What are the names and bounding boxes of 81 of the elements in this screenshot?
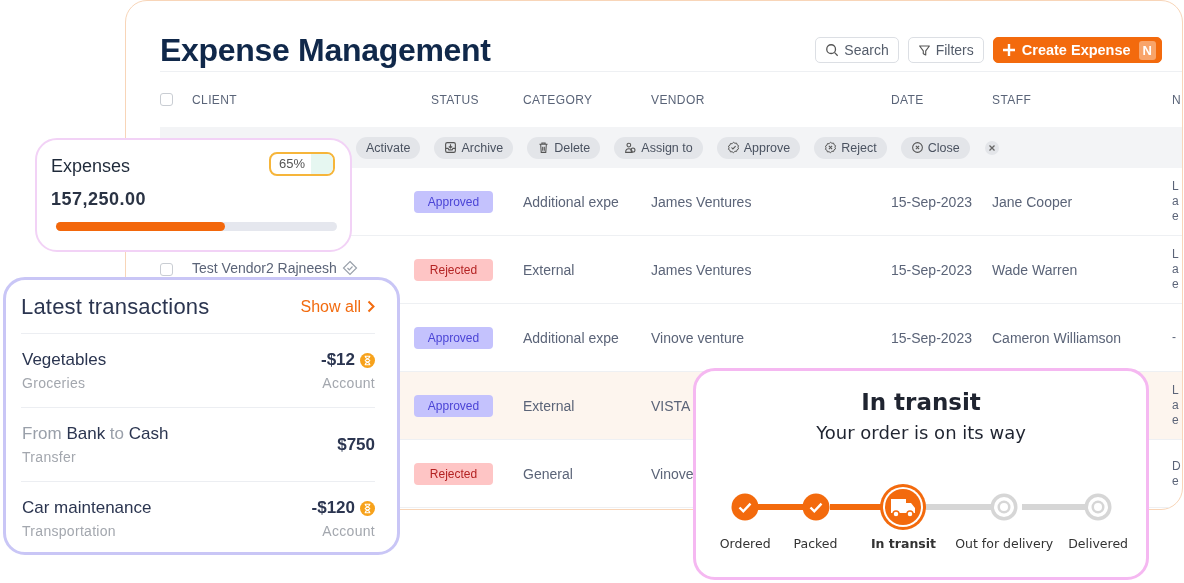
transaction-category: Transportation [22,523,117,539]
amount-text: 157,250.00 [51,189,148,210]
truncated-cell-text: L a e [1172,179,1180,224]
vendor-name: James Ventures [651,193,752,210]
transaction-title: Car maintenance [22,498,152,518]
status-badge: Approved [414,190,493,213]
card-title: In transit [860,389,982,415]
truncated-cell-text: D e [1172,458,1182,489]
column-header: CLIENT [192,92,238,107]
bulk-action-chip[interactable]: Archive [434,136,514,159]
card-title: Latest transactions [21,293,210,320]
search-button[interactable]: Search [815,37,899,63]
filter-icon [917,43,931,57]
status-badge: Approved [414,326,493,349]
archive-box-icon [444,141,458,154]
people-icon [624,141,638,154]
date-text: 15-Sep-2023 [891,329,972,346]
percent-text: 65% [279,156,306,171]
transaction-category: Groceries [22,375,87,391]
column-header: STATUS [431,92,479,107]
bulk-action-chip[interactable]: Delete [527,136,601,159]
staff-name: Jane Cooper [992,193,1073,210]
card-subtitle: Your order is on its way [815,422,1027,443]
chevron-right-icon [367,300,375,313]
category-name: External [523,397,575,414]
status-badge: Approved [414,394,493,417]
client-name: Test Vendor2 Rajneesh [192,260,337,275]
category-name: Additional expe [523,329,619,346]
vendor-name: James Ventures [651,261,752,278]
diamond-check-icon [341,259,358,276]
date-text: 15-Sep-2023 [891,193,972,210]
shortcut-key: N [1138,40,1156,60]
card-title: Expenses [51,156,131,177]
trash-icon [537,141,551,154]
bulk-action-chip[interactable]: Assign to [614,136,703,159]
select-all-checkbox[interactable] [160,93,173,106]
vendor-name: VISTA [651,397,691,414]
transaction-category: Transfer [22,449,77,465]
step-label: In transit [870,536,936,551]
truncated-cell-text: - [1172,330,1177,345]
column-header: N [1172,92,1182,107]
transaction-amount: $750 [337,434,375,455]
column-header: VENDOR [651,92,705,107]
column-header: CATEGORY [523,92,593,107]
status-badge: Rejected [414,258,493,281]
step-label: Delivered [1068,536,1129,551]
step-label: Out for delivery [955,536,1054,551]
category-name: External [523,261,575,278]
search-icon [825,43,840,57]
filters-button[interactable]: Filters [907,37,984,63]
bulk-action-chip[interactable]: Activate [356,136,421,159]
plus-icon [1000,42,1017,58]
account-label: Account [322,523,375,539]
bulk-action-chip[interactable]: Close [900,136,970,159]
date-text: 15-Sep-2023 [891,261,972,278]
transaction-amount: -$120 [311,498,355,518]
staff-name: Cameron Williamson [992,329,1122,346]
bulk-action-chip[interactable]: Reject [814,136,887,159]
column-header: STAFF [992,92,1032,107]
vendor-name: Vinove [651,465,694,482]
transaction-title: Vegetables [22,350,107,370]
transaction-amount: -$12 [320,350,355,370]
truncated-cell-text: L a e [1172,247,1180,292]
badge-x-icon [824,141,838,154]
category-name: General [523,465,573,482]
badge-check-icon [726,141,740,154]
row-checkbox[interactable] [160,263,173,276]
step-label: Ordered [719,536,771,551]
close-icon[interactable] [983,139,1000,156]
page-title: Expense Management [160,30,491,69]
account-label: Account [322,375,375,391]
bulk-action-chip[interactable]: Approve [716,136,801,159]
category-name: Additional expe [523,193,619,210]
staff-name: Wade Warren [992,261,1078,278]
transaction-title: From Bank to Cash [22,424,169,444]
vendor-name: Vinove venture [651,329,745,346]
step-label: Packed [793,536,838,551]
close-circle-icon [910,141,924,154]
status-badge: Rejected [414,462,493,485]
truncated-cell-text: L a e [1172,383,1180,428]
column-header: DATE [891,92,924,107]
